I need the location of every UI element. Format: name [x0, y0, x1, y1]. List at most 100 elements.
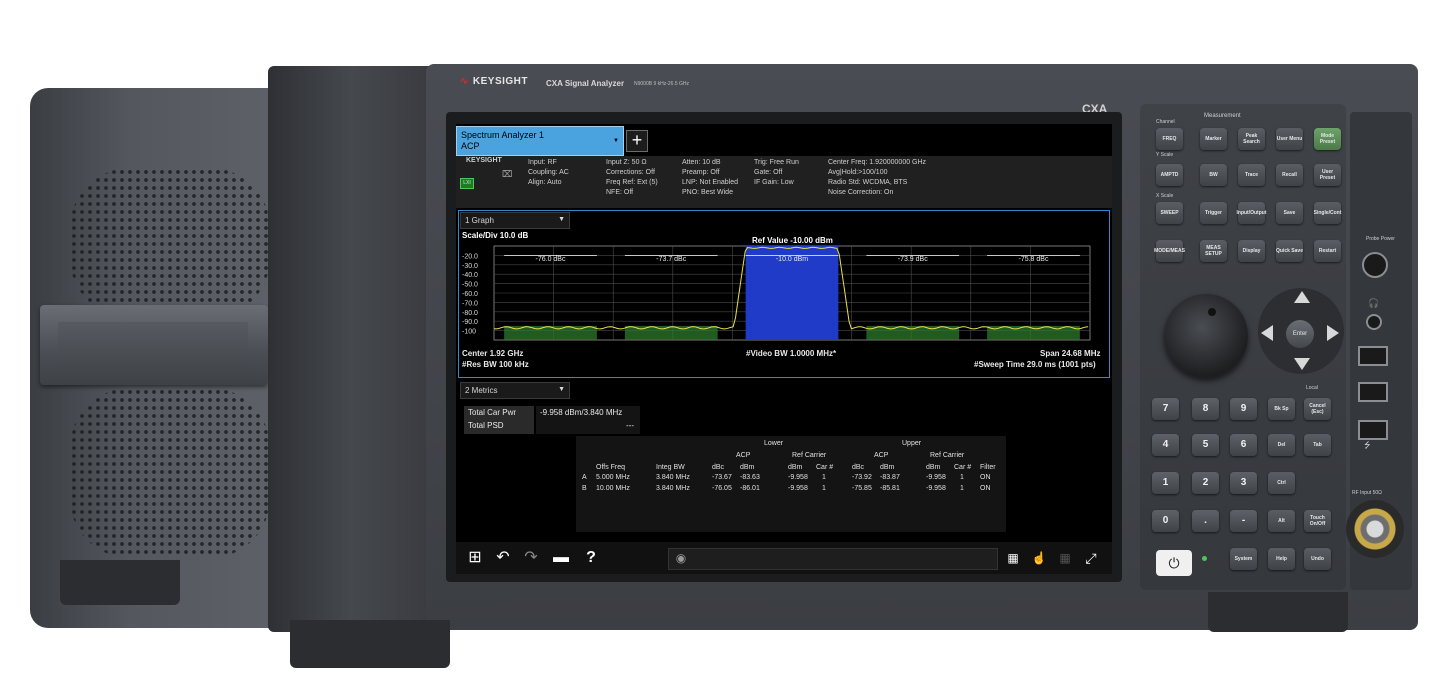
key-mode-preset[interactable]: Mode Preset — [1314, 128, 1341, 150]
usb-port-2[interactable] — [1358, 382, 1388, 402]
key-undo[interactable]: Undo — [1304, 548, 1331, 570]
key-peak-search[interactable]: Peak Search — [1238, 128, 1265, 150]
key-bw[interactable]: BW — [1200, 164, 1227, 186]
number-key-dot[interactable]: . — [1192, 510, 1219, 532]
key-alt[interactable]: Alt — [1268, 510, 1295, 532]
info-preamp: Preamp: Off — [682, 169, 720, 176]
number-key-2[interactable]: 2 — [1192, 472, 1219, 494]
number-key-6[interactable]: 6 — [1230, 434, 1257, 456]
screen: Spectrum Analyzer 1 ACP ▼ + KEYSIGHT ⌧ L… — [456, 124, 1112, 574]
number-key-1[interactable]: 1 — [1152, 472, 1179, 494]
rotary-knob[interactable] — [1164, 294, 1248, 378]
key-trace[interactable]: Trace — [1238, 164, 1265, 186]
channel-label: -75.8 dBc — [1019, 256, 1049, 263]
undo-icon[interactable]: ↶ — [492, 547, 514, 569]
key-single-cont[interactable]: Single/Cont — [1314, 202, 1341, 224]
settings-panel[interactable]: KEYSIGHT ⌧ LXI Input: RF Coupling: AC Al… — [456, 156, 1112, 208]
acp-header-upper-car: Car # — [954, 464, 972, 471]
number-key-8[interactable]: 8 — [1192, 398, 1219, 420]
graph-selector[interactable]: 1 Graph ▼ — [460, 212, 570, 229]
scale-div: Scale/Div 10.0 dB — [462, 231, 529, 240]
key-mode-meas[interactable]: MODE/MEAS — [1154, 240, 1185, 262]
carry-handle-grip — [58, 322, 248, 368]
message-bar[interactable] — [668, 548, 998, 570]
channel-bar — [624, 325, 718, 340]
enter-button[interactable]: Enter — [1286, 320, 1314, 348]
key-bk-sp[interactable]: Bk Sp — [1268, 398, 1295, 420]
add-tab-button[interactable]: + — [626, 130, 648, 152]
number-key-0[interactable]: 0 — [1152, 510, 1179, 532]
acp-group-lower: Lower — [764, 440, 784, 447]
windows-icon[interactable]: ⊞ — [464, 547, 486, 569]
total-psd-label: Total PSD — [468, 421, 504, 430]
acp-header-filter: Filter — [980, 464, 996, 471]
usb-port-1[interactable] — [1358, 346, 1388, 366]
info-lnp: LNP: Not Enabled — [682, 179, 739, 186]
key-help[interactable]: Help — [1268, 548, 1295, 570]
number-key-minus[interactable]: - — [1230, 510, 1257, 532]
key-trigger[interactable]: Trigger — [1200, 202, 1227, 224]
brand-model-sub: N9000B 9 kHz-26.5 GHz — [634, 81, 690, 87]
grid-layout-icon[interactable]: ▦ — [1002, 547, 1024, 569]
touch-icon[interactable]: ☝ — [1028, 547, 1050, 569]
zoom-icon[interactable]: ▦ — [1054, 547, 1076, 569]
metrics-selector[interactable]: 2 Metrics ▼ — [460, 382, 570, 399]
y-tick-label: -90.0 — [462, 319, 478, 326]
total-car-pwr-label: Total Car Pwr — [468, 408, 517, 417]
key-restart[interactable]: Restart — [1314, 240, 1341, 262]
key-user-preset[interactable]: User Preset — [1314, 164, 1341, 186]
channel-label: -10.0 dBm — [776, 256, 808, 263]
rf-input-connector[interactable] — [1346, 500, 1404, 558]
key-tab[interactable]: Tab — [1304, 434, 1331, 456]
acp-sub-upper-acp: ACP — [874, 452, 889, 459]
folder-icon[interactable]: ▬ — [550, 547, 572, 569]
tab-subtitle: ACP — [461, 141, 480, 151]
key-display[interactable]: Display — [1238, 240, 1265, 262]
acp-sub-upper-ref: Ref Carrier — [930, 452, 965, 459]
key-cancel-esc-[interactable]: Cancel (Esc) — [1304, 398, 1331, 420]
key-ctrl[interactable]: Ctrl — [1268, 472, 1295, 494]
arrow-up-icon[interactable] — [1294, 291, 1310, 303]
key-meas-setup[interactable]: MEAS SETUP — [1200, 240, 1227, 262]
key-sweep[interactable]: SWEEP — [1156, 202, 1183, 224]
vent-grille-lower — [70, 388, 270, 558]
acp-cell: -73.92 — [852, 474, 872, 481]
key-input-output[interactable]: Input/Output — [1237, 202, 1267, 224]
key-freq[interactable]: FREQ — [1156, 128, 1183, 150]
acp-header-offs-freq: Offs Freq — [596, 464, 626, 471]
channel-label: -73.7 dBc — [656, 256, 686, 263]
key-quick-save[interactable]: Quick Save — [1276, 240, 1303, 262]
probe-power-port[interactable] — [1362, 252, 1388, 278]
key-amptd[interactable]: AMPTD — [1156, 164, 1183, 186]
redo-icon[interactable]: ↷ — [520, 547, 542, 569]
chevron-down-icon: ▼ — [558, 216, 565, 223]
key-system[interactable]: System — [1230, 548, 1257, 570]
number-key-4[interactable]: 4 — [1152, 434, 1179, 456]
power-button[interactable]: ⏻ — [1156, 550, 1192, 576]
number-key-3[interactable]: 3 — [1230, 472, 1257, 494]
number-key-9[interactable]: 9 — [1230, 398, 1257, 420]
fullscreen-icon[interactable]: ⤢ — [1080, 547, 1102, 569]
total-car-pwr-value: -9.958 dBm/3.840 MHz — [540, 408, 623, 417]
arrow-right-icon[interactable] — [1327, 325, 1339, 341]
arrow-left-icon[interactable] — [1261, 325, 1273, 341]
key-touch-on-off[interactable]: Touch On/Off — [1304, 510, 1331, 532]
help-icon[interactable]: ? — [580, 547, 602, 569]
acp-group-upper: Upper — [902, 440, 922, 447]
acp-cell: -9.958 — [788, 474, 808, 481]
key-del[interactable]: Del — [1268, 434, 1295, 456]
key-save[interactable]: Save — [1276, 202, 1303, 224]
acp-cell: -9.958 — [926, 485, 946, 492]
spectrum-plot[interactable]: -20.0 -30.0 -40.0 -50.0 -60.0 -70.0 -80.0 -90.0… — [460, 242, 1100, 346]
number-key-5[interactable]: 5 — [1192, 434, 1219, 456]
usb-port-3[interactable] — [1358, 420, 1388, 440]
key-user-menu[interactable]: User Menu — [1276, 128, 1303, 150]
tab-spectrum-analyzer[interactable]: Spectrum Analyzer 1 ACP ▼ — [456, 126, 624, 156]
key-marker[interactable]: Marker — [1200, 128, 1227, 150]
info-input-z: Input Z: 50 Ω — [606, 159, 647, 166]
key-recall[interactable]: Recall — [1276, 164, 1303, 186]
headphone-jack[interactable] — [1366, 314, 1382, 330]
arrow-down-icon[interactable] — [1294, 358, 1310, 370]
acp-table[interactable]: Lower Upper ACP Ref Carrier ACP Ref Carr… — [576, 436, 1006, 532]
number-key-7[interactable]: 7 — [1152, 398, 1179, 420]
